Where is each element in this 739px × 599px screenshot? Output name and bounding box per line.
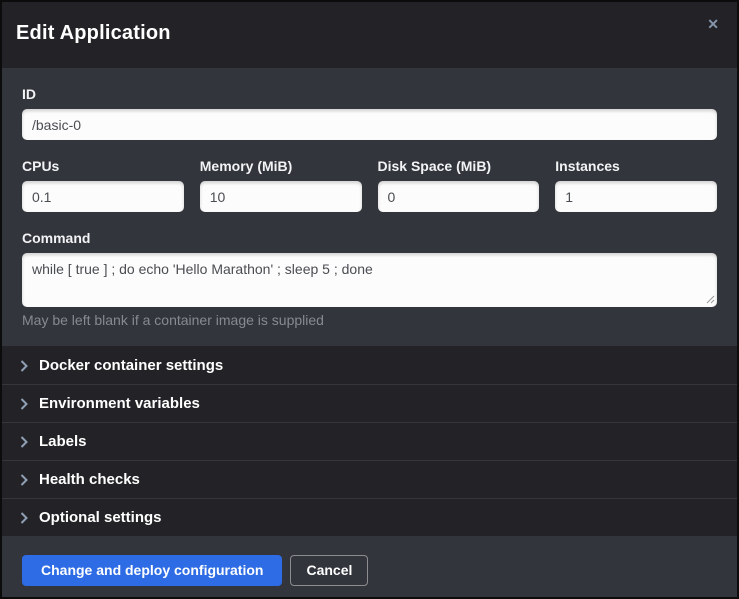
cancel-button[interactable]: Cancel — [290, 555, 368, 586]
command-label: Command — [22, 230, 717, 246]
section-optional-settings[interactable]: Optional settings — [2, 498, 737, 536]
command-help-text: May be left blank if a container image i… — [22, 312, 717, 328]
id-label: ID — [22, 86, 717, 102]
id-input[interactable] — [22, 109, 717, 140]
disk-input[interactable] — [378, 181, 540, 212]
chevron-right-icon — [20, 512, 28, 524]
change-and-deploy-button[interactable]: Change and deploy configuration — [22, 555, 282, 586]
resources-row: CPUs Memory (MiB) Disk Space (MiB) Insta… — [22, 158, 717, 212]
section-labels[interactable]: Labels — [2, 422, 737, 460]
cpus-label: CPUs — [22, 158, 184, 174]
section-environment-variables[interactable]: Environment variables — [2, 384, 737, 422]
id-field-group: ID — [22, 86, 717, 140]
section-docker-container-settings[interactable]: Docker container settings — [2, 346, 737, 384]
collapsible-sections: Docker container settings Environment va… — [2, 346, 737, 536]
section-health-checks[interactable]: Health checks — [2, 460, 737, 498]
memory-field-group: Memory (MiB) — [200, 158, 362, 212]
disk-label: Disk Space (MiB) — [378, 158, 540, 174]
chevron-right-icon — [20, 436, 28, 448]
memory-input[interactable] — [200, 181, 362, 212]
instances-label: Instances — [555, 158, 717, 174]
section-label: Health checks — [39, 471, 140, 488]
disk-field-group: Disk Space (MiB) — [378, 158, 540, 212]
modal-title: Edit Application — [16, 22, 721, 45]
instances-input[interactable] — [555, 181, 717, 212]
section-label: Docker container settings — [39, 357, 223, 374]
chevron-right-icon — [20, 398, 28, 410]
command-textarea[interactable]: while [ true ] ; do echo 'Hello Marathon… — [22, 253, 717, 307]
chevron-right-icon — [20, 360, 28, 372]
cpus-field-group: CPUs — [22, 158, 184, 212]
cpus-input[interactable] — [22, 181, 184, 212]
section-label: Labels — [39, 433, 87, 450]
form-body: ID CPUs Memory (MiB) Disk Space (MiB) In… — [2, 68, 737, 346]
memory-label: Memory (MiB) — [200, 158, 362, 174]
chevron-right-icon — [20, 474, 28, 486]
close-icon[interactable]: ✕ — [705, 15, 721, 33]
section-label: Optional settings — [39, 509, 162, 526]
instances-field-group: Instances — [555, 158, 717, 212]
modal-footer: Change and deploy configuration Cancel — [2, 536, 737, 599]
modal-header: Edit Application ✕ — [2, 2, 737, 68]
edit-application-modal: Edit Application ✕ ID CPUs Memory (MiB) … — [0, 0, 739, 599]
section-label: Environment variables — [39, 395, 200, 412]
command-field-group: Command while [ true ] ; do echo 'Hello … — [22, 230, 717, 328]
